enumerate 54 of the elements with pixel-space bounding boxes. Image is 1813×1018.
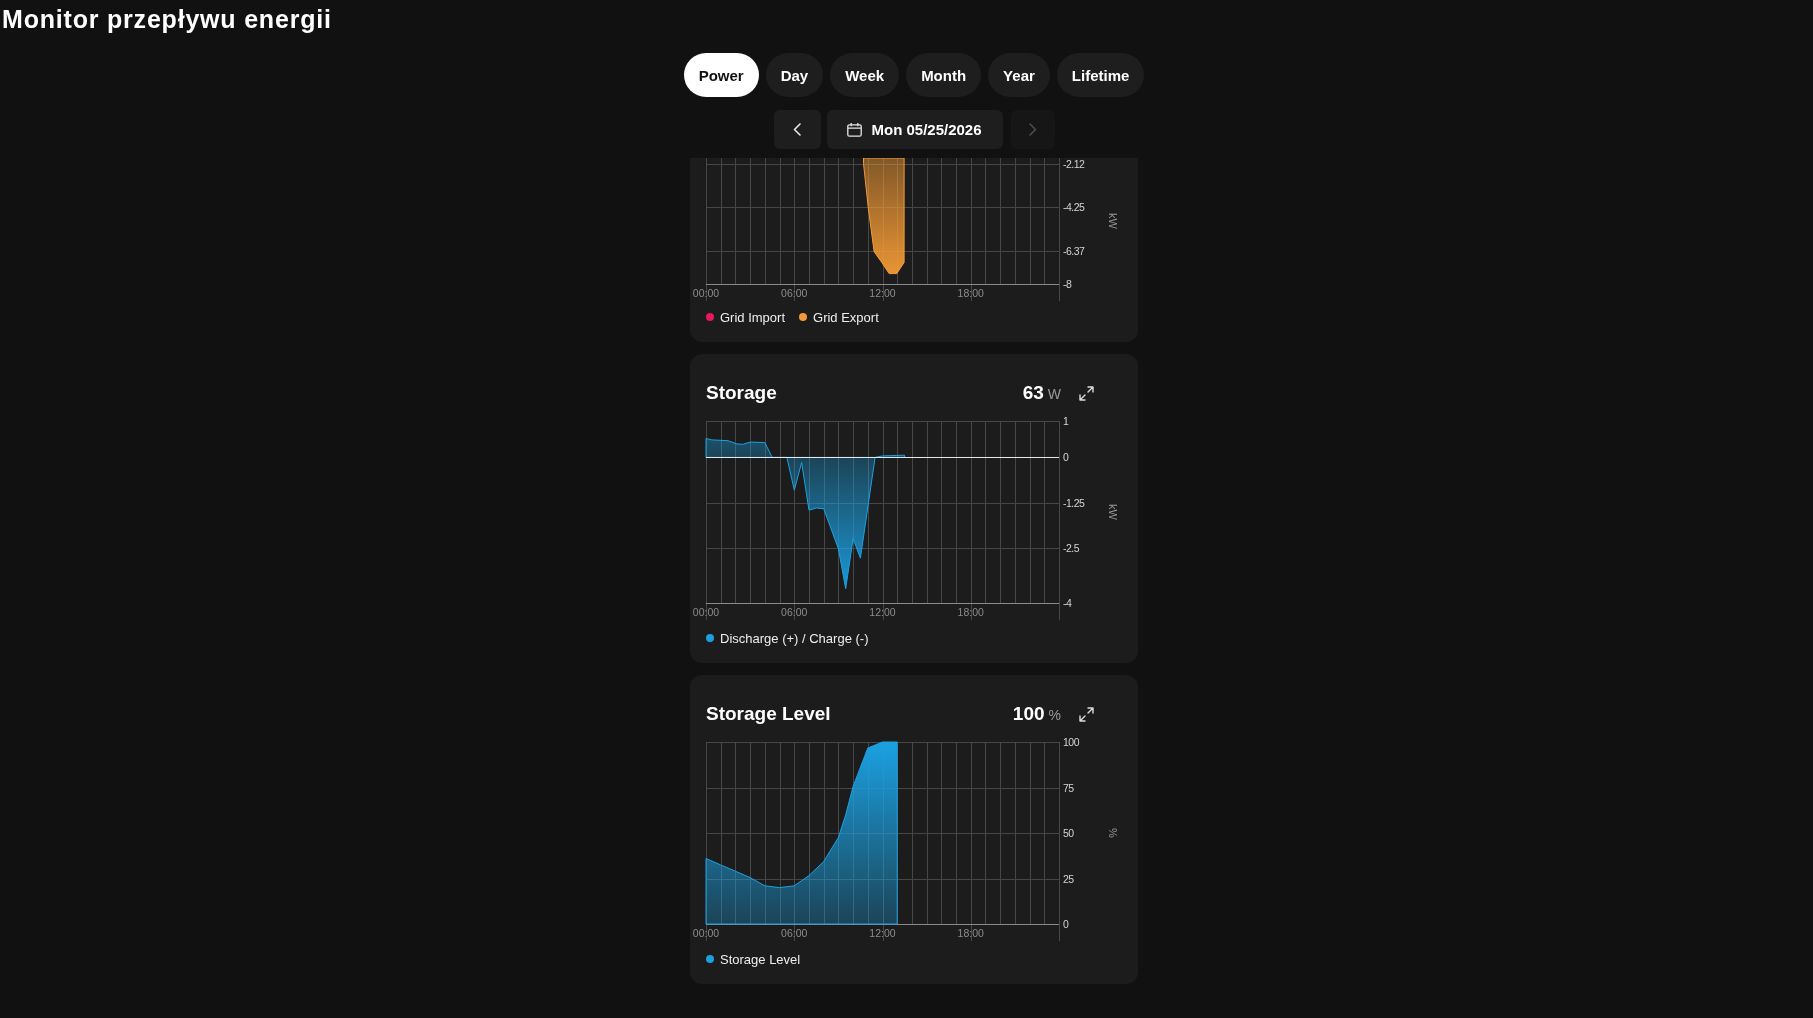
- axis-tick-label: 00:00: [692, 606, 720, 618]
- axis-tick-label: 100: [1063, 736, 1080, 748]
- axis-tick-label: 25: [1063, 872, 1074, 885]
- period-tab[interactable]: Week: [830, 53, 900, 97]
- period-tab[interactable]: Power: [683, 53, 759, 97]
- axis-tick-label: 00:00: [692, 287, 720, 299]
- chevron-left-icon: [793, 123, 801, 136]
- axis-tick-label: 06:00: [781, 606, 808, 618]
- expand-icon: [1079, 706, 1094, 722]
- axis-tick-label: 75: [1063, 781, 1074, 794]
- axis-tick-label: -4: [1063, 597, 1072, 609]
- axis-tick-label: 12:00: [869, 927, 896, 939]
- axis-tick-label: 1: [1063, 415, 1069, 427]
- period-tab[interactable]: Lifetime: [1056, 53, 1145, 97]
- current-reading: 100: [1012, 703, 1045, 725]
- axis-tick-label: 0: [1063, 451, 1069, 464]
- axis-unit-label: kW: [1107, 504, 1119, 520]
- axis-tick-label: 06:00: [781, 287, 808, 299]
- unit-label: W: [1047, 386, 1061, 402]
- legend-label: Grid Export: [813, 309, 879, 325]
- axis-tick-label: 00:00: [692, 927, 720, 939]
- period-tab[interactable]: Month: [906, 53, 982, 97]
- expand-button[interactable]: [1079, 385, 1094, 401]
- card-title: Storage Level: [706, 703, 832, 725]
- axis-unit-label: %: [1107, 828, 1119, 838]
- axis-tick-label: -4.25: [1063, 201, 1085, 214]
- axis-tick-label: -2.5: [1063, 542, 1080, 555]
- axis-tick-label: 0: [1063, 918, 1069, 930]
- card-title: Storage: [706, 382, 778, 404]
- axis-tick-label: 12:00: [869, 287, 896, 299]
- unit-label: %: [1048, 707, 1061, 723]
- legend-label: Discharge (+) / Charge (-): [720, 630, 869, 646]
- period-tab[interactable]: Year: [988, 53, 1050, 97]
- legend-label: Storage Level: [720, 951, 801, 967]
- axis-tick-label: 06:00: [781, 927, 808, 939]
- period-tab[interactable]: Day: [765, 53, 824, 97]
- expand-button[interactable]: [1079, 706, 1094, 722]
- legend-label: Grid Import: [720, 309, 785, 325]
- axis-tick-label: -1.25: [1063, 496, 1085, 509]
- axis-tick-label: 18:00: [957, 927, 984, 939]
- page-title: Monitor przepływu energii: [2, 4, 332, 34]
- axis-tick-label: -6.37: [1063, 244, 1085, 257]
- date-picker-button[interactable]: Mon 05/25/2026: [826, 110, 1003, 149]
- axis-tick-label: 18:00: [957, 606, 984, 618]
- axis-unit-label: kW: [1107, 213, 1119, 229]
- axis-tick-label: -2.12: [1063, 158, 1085, 170]
- axis-tick-label: -8: [1063, 278, 1072, 290]
- current-reading: 63: [1022, 382, 1044, 404]
- calendar-icon: [847, 122, 863, 137]
- axis-tick-label: 18:00: [957, 287, 984, 299]
- chevron-right-icon: [1028, 123, 1037, 136]
- axis-tick-label: 50: [1063, 827, 1074, 839]
- axis-tick-label: 12:00: [869, 606, 896, 618]
- expand-icon: [1079, 385, 1094, 401]
